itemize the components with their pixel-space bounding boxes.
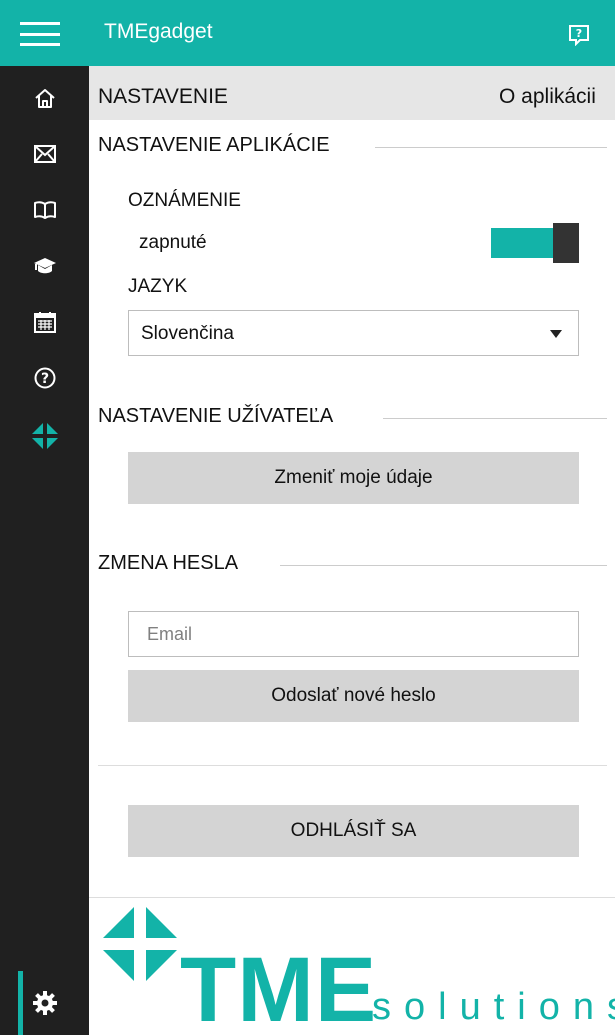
- user-settings-heading: NASTAVENIE UŽÍVATEĽA: [98, 405, 334, 427]
- sidebar: ?: [0, 66, 89, 1035]
- svg-text:?: ?: [40, 371, 48, 387]
- language-selected-value: Slovenčina: [141, 323, 234, 344]
- app-title: TMEgadget: [104, 20, 213, 43]
- chevron-down-icon: [550, 330, 562, 338]
- help-icon: ?: [34, 367, 55, 389]
- calendar-icon: [33, 312, 56, 333]
- mail-icon: [33, 145, 56, 163]
- sidebar-item-tme[interactable]: [0, 408, 89, 464]
- heading-divider: [375, 147, 607, 148]
- tme-logo-mark: [103, 907, 177, 981]
- logo-text-solutions: solutions: [372, 986, 615, 1028]
- tab-settings[interactable]: NASTAVENIE: [98, 85, 228, 109]
- sidebar-item-education[interactable]: [0, 238, 89, 294]
- logout-button[interactable]: ODHLÁSIŤ SA: [128, 805, 579, 857]
- sidebar-item-calendar[interactable]: [0, 294, 89, 350]
- graduation-cap-icon: [33, 258, 56, 274]
- home-icon: [34, 89, 55, 108]
- change-data-button[interactable]: Zmeniť moje údaje: [128, 452, 579, 504]
- language-select[interactable]: Slovenčina: [128, 310, 579, 356]
- hamburger-menu-icon[interactable]: [20, 22, 60, 46]
- feedback-icon[interactable]: ?: [568, 24, 590, 46]
- email-input[interactable]: [128, 611, 579, 657]
- send-new-password-button[interactable]: Odoslať nové heslo: [128, 670, 579, 722]
- heading-divider: [383, 418, 607, 419]
- footer-divider: [89, 897, 615, 898]
- language-label: JAZYK: [128, 276, 188, 297]
- sidebar-item-home[interactable]: [0, 70, 89, 126]
- active-indicator: [18, 971, 23, 1035]
- sidebar-item-book[interactable]: [0, 182, 89, 238]
- notification-toggle[interactable]: [491, 223, 579, 263]
- password-heading: ZMENA HESLA: [98, 552, 239, 574]
- notification-label: OZNÁMENIE: [128, 190, 241, 211]
- tab-about[interactable]: O aplikácii: [499, 85, 596, 109]
- sidebar-item-mail[interactable]: [0, 126, 89, 182]
- toggle-knob: [553, 223, 579, 263]
- heading-divider: [280, 565, 607, 566]
- tme-solutions-logo: TME solutions: [100, 905, 615, 1035]
- app-settings-heading: NASTAVENIE APLIKÁCIE: [98, 134, 330, 156]
- title-bar: TMEgadget ?: [0, 0, 615, 66]
- gear-icon: [32, 991, 57, 1015]
- section-divider: [98, 765, 607, 766]
- logo-text-tme: TME: [180, 939, 378, 1035]
- sidebar-item-settings[interactable]: [0, 971, 89, 1035]
- tme-logo-icon: [31, 423, 58, 449]
- notification-state: zapnuté: [139, 232, 207, 253]
- section-header: NASTAVENIE O aplikácii: [89, 66, 615, 120]
- book-icon: [33, 201, 56, 219]
- svg-text:?: ?: [576, 27, 582, 40]
- sidebar-item-help[interactable]: ?: [0, 350, 89, 406]
